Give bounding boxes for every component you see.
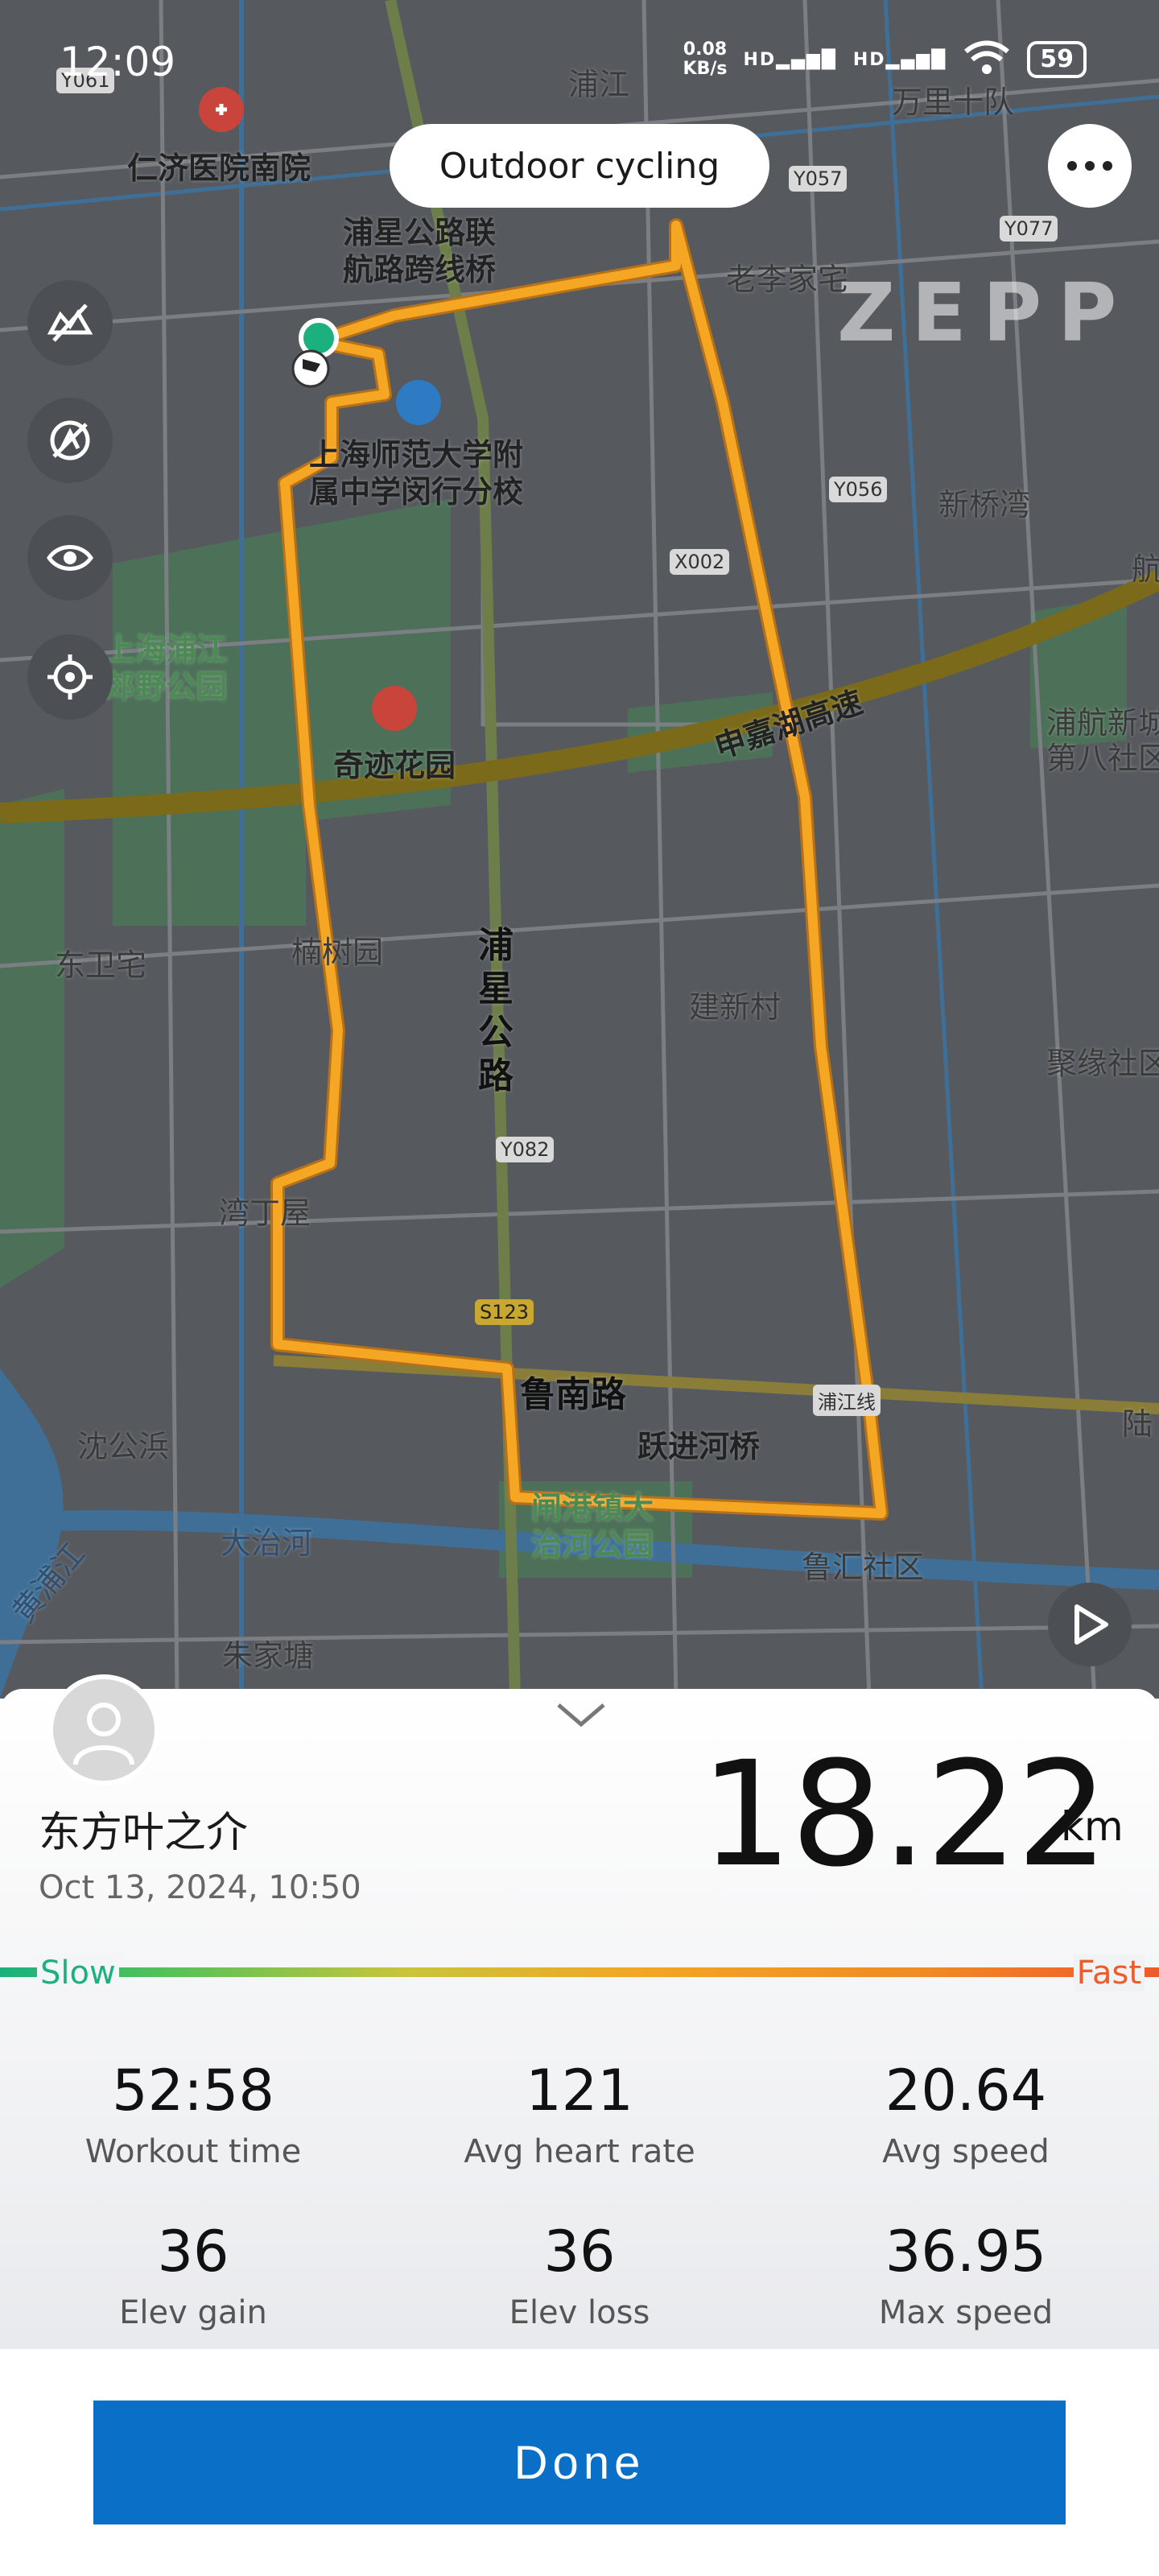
layers-toggle-button[interactable] [27, 280, 113, 365]
stat-label: Elev loss [509, 2294, 650, 2331]
map-label-hang: 航 [1132, 551, 1159, 587]
stat-value: 121 [526, 2058, 633, 2124]
map-label-nanshu: 楠树园 [291, 935, 384, 970]
visibility-button[interactable] [27, 515, 113, 601]
map-label-laolijia: 老李家宅 [726, 262, 849, 297]
stat-avg-speed: 20.64 Avg speed [797, 2058, 1135, 2170]
eye-icon [46, 545, 94, 571]
stat-label: Max speed [878, 2294, 1054, 2331]
distance-value: 18.22 [700, 1731, 1108, 1899]
locate-button[interactable] [27, 634, 113, 720]
stat-label: Avg heart rate [464, 2133, 695, 2170]
signal-icon-2: HD▂▄▆█ [852, 49, 947, 70]
play-icon [1074, 1604, 1108, 1645]
avatar[interactable] [48, 1674, 159, 1785]
road-badge-y057: Y057 [789, 166, 848, 192]
stat-label: Elev gain [119, 2294, 267, 2331]
stat-value: 20.64 [885, 2058, 1047, 2124]
net-speed: 0.08 KB/s [683, 40, 728, 79]
play-replay-button[interactable] [1048, 1583, 1132, 1666]
map-label-jianxin: 建新村 [689, 989, 782, 1025]
zepp-watermark: ZEPP [837, 266, 1133, 360]
road-badge-s123: S123 [475, 1299, 534, 1325]
road-badge-x002: X002 [670, 549, 730, 575]
stat-workout-time: 52:58 Workout time [24, 2058, 362, 2170]
status-bar: 12:09 0.08 KB/s HD▂▄▆█ HD▂▄▆█ 59 [0, 0, 1159, 121]
stat-label: Workout time [85, 2133, 302, 2170]
map-label-puxing-bridge: 浦星公路联 航路跨线桥 [343, 215, 497, 287]
map-label-puhang: 浦航新城 第八社区 [1046, 705, 1159, 776]
map-label-xinqiaowan: 新桥湾 [938, 487, 1031, 522]
more-horizontal-icon [1067, 161, 1112, 171]
road-badge-y077: Y077 [1000, 216, 1058, 242]
route-map[interactable]: ZEPP 浦江 万里十队 仁济医院南院 浦星公路联 航路跨线桥 老李家宅 上海师… [0, 0, 1159, 1699]
map-label-wanding: 湾丁屋 [219, 1195, 311, 1231]
map-label-lunan: 鲁南路 [520, 1374, 626, 1415]
stat-elev-gain: 36 Elev gain [24, 2219, 362, 2331]
map-label-dazhi-park: 闸港镇大 治河公园 [531, 1490, 654, 1563]
map-label-qiji: 奇迹花园 [333, 748, 456, 783]
map-label-dazhi: 大治河 [221, 1525, 313, 1561]
speed-legend-bar [0, 1967, 1159, 1977]
stat-value: 52:58 [112, 2058, 274, 2124]
wifi-icon [963, 40, 1011, 79]
net-speed-value: 0.08 [683, 39, 728, 60]
road-badge-y082: Y082 [496, 1137, 555, 1162]
speed-legend-slow: Slow [37, 1955, 119, 1992]
net-speed-unit: KB/s [683, 59, 728, 79]
stat-value: 36 [157, 2219, 229, 2285]
map-label-shengong: 沈公浜 [77, 1429, 170, 1464]
map-label-luhui: 鲁汇社区 [802, 1550, 925, 1585]
status-time: 12:09 [60, 39, 176, 85]
layers-off-icon [47, 303, 93, 342]
compass-off-icon [50, 420, 90, 460]
stat-label: Avg speed [882, 2133, 1050, 2170]
username: 东方叶之介 [39, 1809, 249, 1857]
battery-icon: 59 [1027, 41, 1087, 78]
map-label-lu: 陆 [1122, 1406, 1153, 1442]
stat-value: 36 [543, 2219, 616, 2285]
status-icons: 0.08 KB/s HD▂▄▆█ HD▂▄▆█ 59 [683, 40, 1087, 79]
stat-elev-loss: 36 Elev loss [410, 2219, 749, 2331]
map-label-yuejin: 跃进河桥 [637, 1429, 761, 1464]
map-label-renji: 仁济医院南院 [127, 151, 311, 186]
map-label-pujiang-line: 浦江线 [813, 1385, 881, 1416]
speed-legend-fast: Fast [1073, 1955, 1145, 1992]
map-label-school: 上海师范大学附 属中学闵行分校 [309, 437, 524, 510]
page-title: Outdoor cycling [390, 124, 769, 208]
map-label-puxing-road: 浦 星 公 路 [478, 925, 514, 1096]
locate-icon [47, 654, 93, 700]
compass-toggle-button[interactable] [27, 398, 113, 483]
map-label-juyuan: 聚缘社区 [1046, 1046, 1159, 1081]
stat-avg-heart-rate: 121 Avg heart rate [410, 2058, 749, 2170]
map-label-zhujia: 朱家塘 [222, 1638, 315, 1674]
signal-icon: HD▂▄▆█ [743, 49, 837, 70]
map-canvas [0, 0, 1159, 1699]
user-icon [73, 1703, 134, 1765]
chevron-down-icon [557, 1703, 605, 1728]
more-button[interactable] [1048, 124, 1132, 208]
stat-max-speed: 36.95 Max speed [797, 2219, 1135, 2331]
distance-unit: km [1061, 1803, 1124, 1850]
map-label-park: 上海浦江 郊野公园 [105, 632, 228, 704]
workout-date: Oct 13, 2024, 10:50 [39, 1869, 361, 1906]
road-badge-y056: Y056 [829, 477, 888, 502]
done-button[interactable]: Done [93, 2401, 1066, 2524]
stat-value: 36.95 [885, 2219, 1047, 2285]
collapse-sheet-button[interactable] [555, 1700, 607, 1732]
map-label-dongwei: 东卫宅 [55, 947, 147, 983]
